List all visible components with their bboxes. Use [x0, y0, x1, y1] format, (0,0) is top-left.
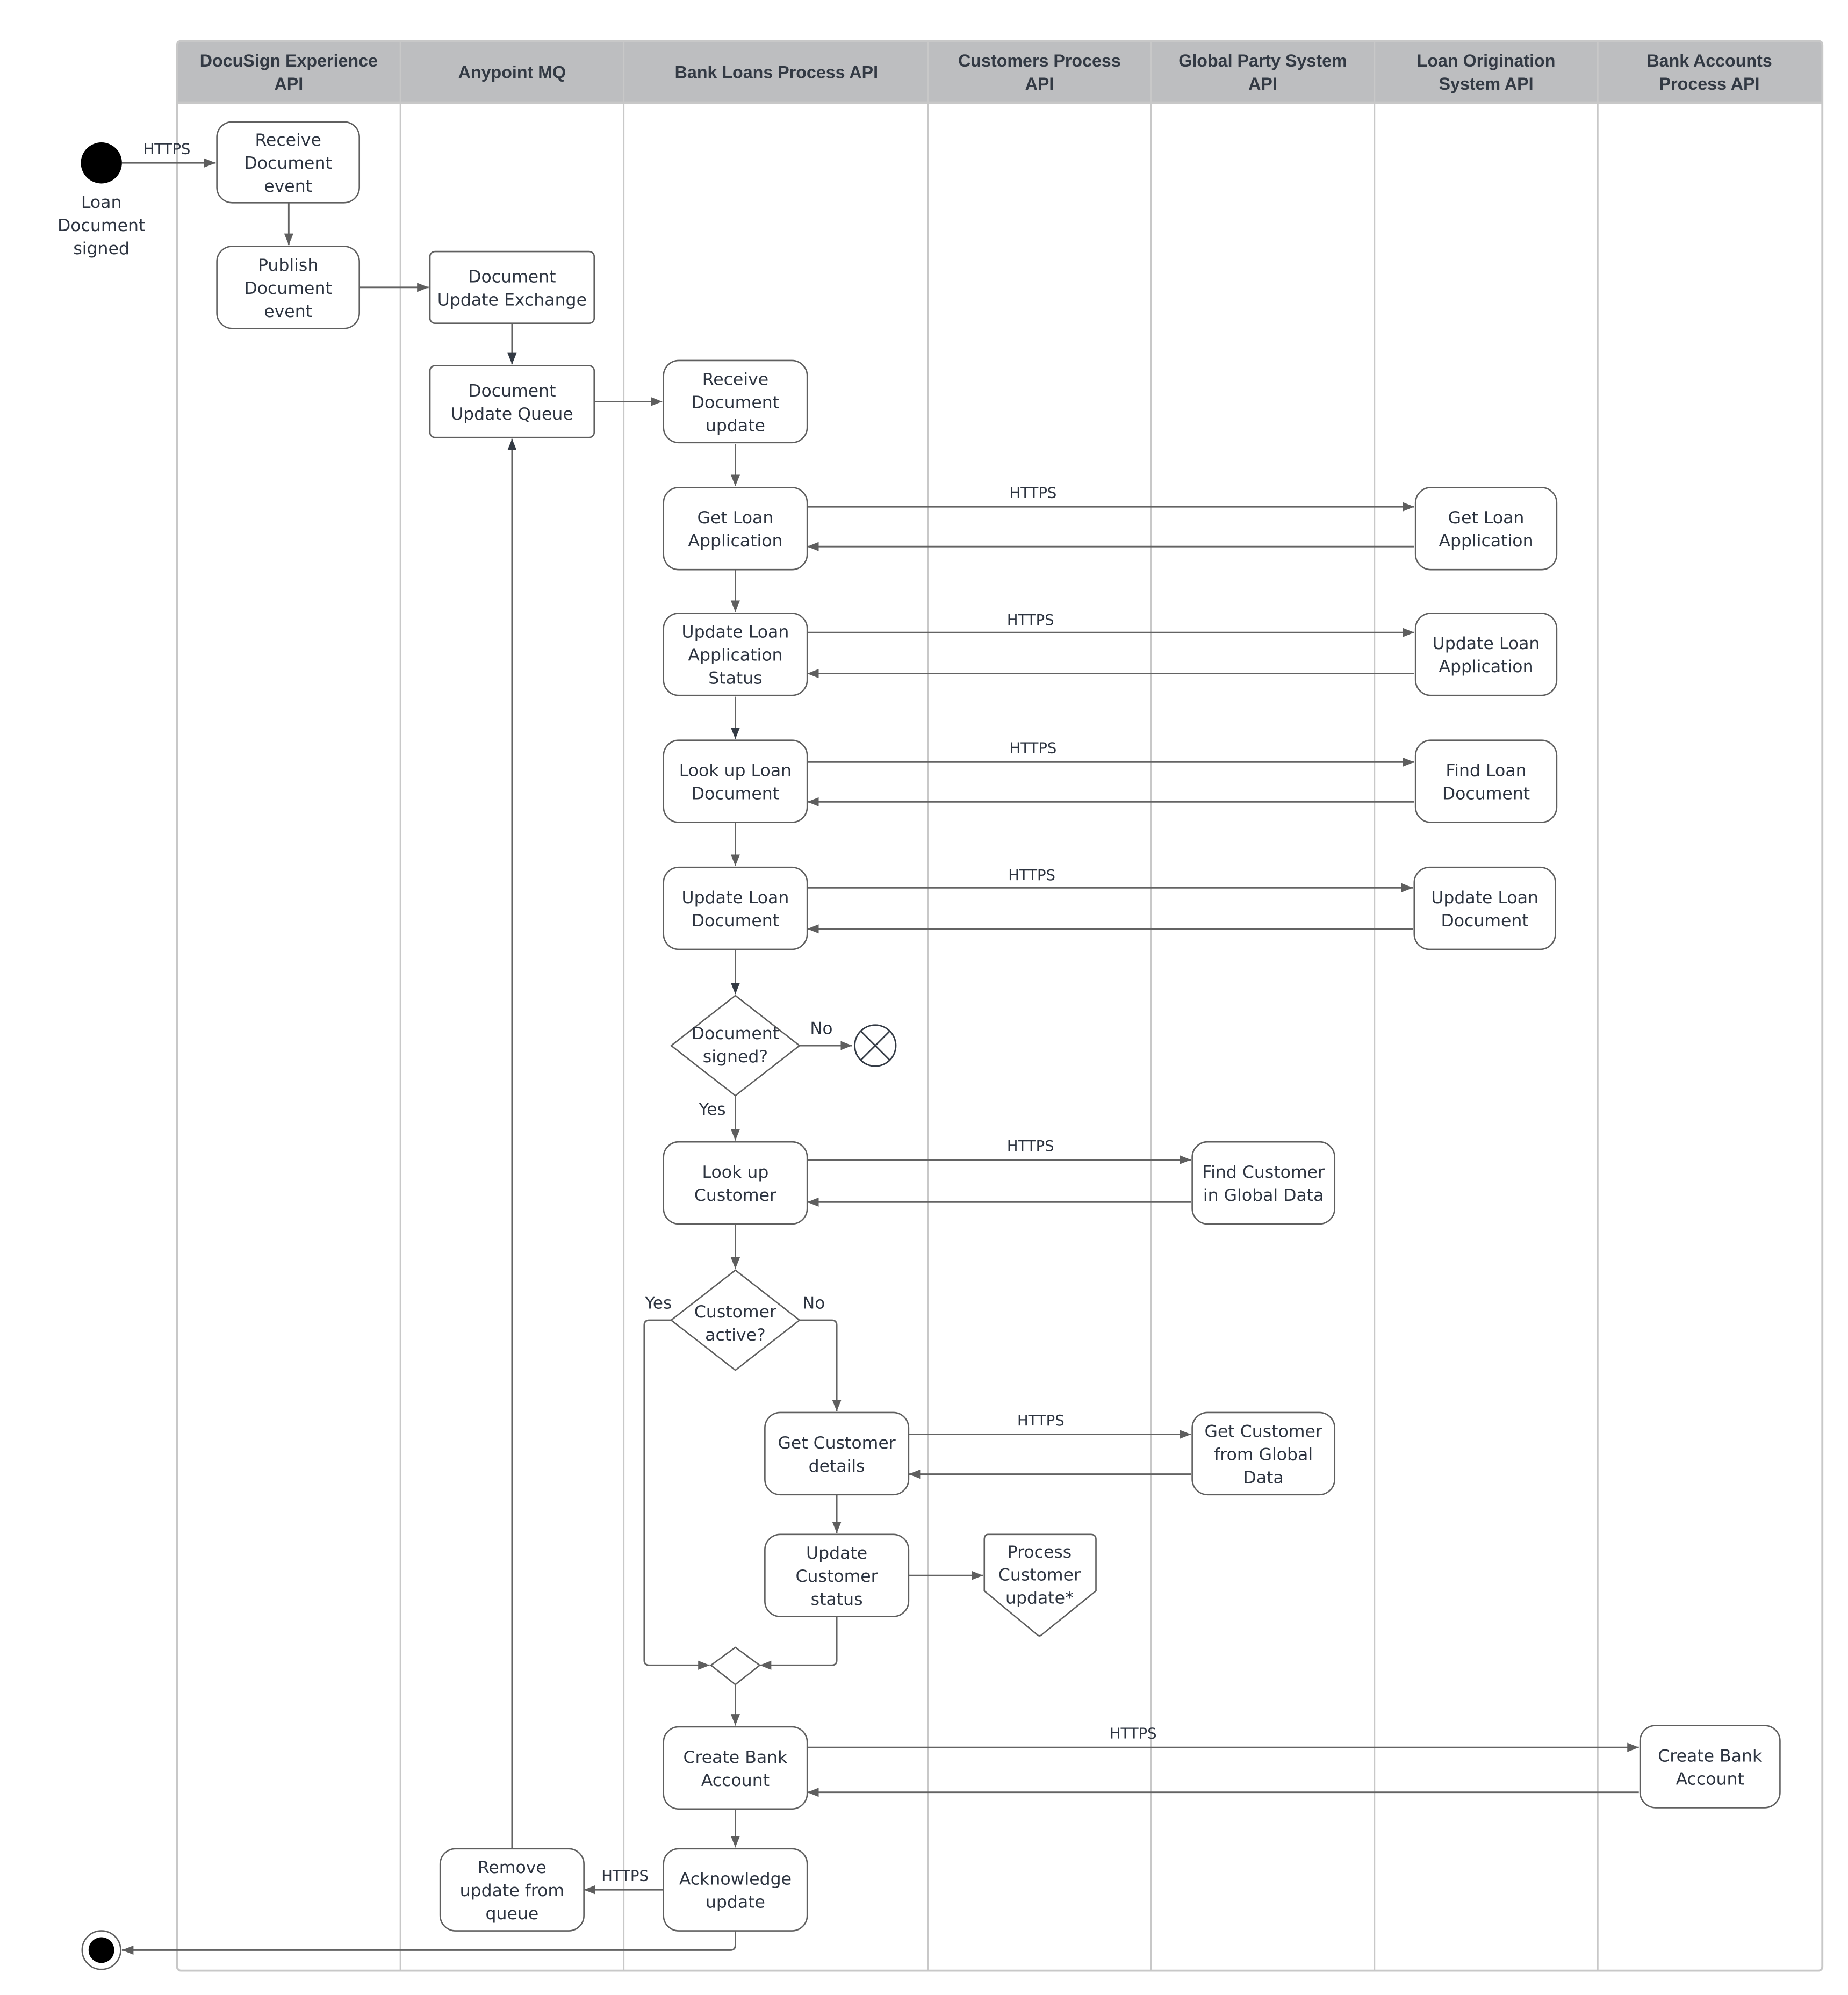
edge-updatestatus-to-merge	[759, 1616, 838, 1670]
https-label: HTTPS	[1010, 485, 1057, 501]
yes-label: Yes	[644, 1294, 672, 1313]
node-box	[663, 487, 808, 571]
lane-border	[176, 40, 1824, 1972]
node-box	[663, 739, 808, 823]
no-label: No	[802, 1294, 825, 1313]
https-label: HTTPS	[1017, 1413, 1065, 1429]
node-box	[663, 1141, 808, 1225]
node-publish-doc-event[interactable]: Publish Document event	[216, 246, 361, 329]
node-box	[1413, 866, 1556, 950]
node-box	[1414, 739, 1558, 823]
start-label: Loan Document signed	[57, 193, 145, 258]
swimlane-diagram: DocuSign Experience API Anypoint MQ Bank …	[57, 40, 1824, 1972]
node-lookup-customer[interactable]: Look up Customer	[663, 1141, 808, 1225]
edge-labels: HTTPS HTTPS HTTPS HTTPS HTTPS HTTPS HTTP…	[143, 141, 1157, 1885]
node-box	[1414, 613, 1558, 696]
start-icon	[81, 142, 122, 184]
https-label: HTTPS	[1007, 612, 1054, 629]
node-update-loan-doc[interactable]: Update Loan Document	[663, 866, 808, 950]
lane-frame	[176, 40, 1824, 1972]
node-los-find-loan-doc[interactable]: Find Loan Document	[1414, 739, 1558, 823]
edge-active-yes	[643, 1319, 710, 1670]
decision-document-signed[interactable]: Document signed?	[670, 995, 801, 1097]
node-los-update-loan-doc[interactable]: Update Loan Document	[1413, 866, 1556, 950]
https-label: HTTPS	[1110, 1725, 1157, 1742]
node-box	[429, 365, 595, 438]
node-doc-update-queue[interactable]: Document Update Queue	[429, 365, 595, 438]
node-los-update-loan-app[interactable]: Update Loan Application	[1414, 613, 1558, 696]
node-receive-doc-update[interactable]: Receive Document update	[663, 359, 808, 444]
node-create-bank-account[interactable]: Create Bank Account	[663, 1726, 808, 1810]
end-node[interactable]	[81, 1930, 121, 1970]
node-get-customer-details[interactable]: Get Customer details	[764, 1411, 910, 1496]
no-label: No	[810, 1019, 832, 1039]
node-los-get-loan-app[interactable]: Get Loan Application	[1414, 487, 1558, 571]
node-remove-update[interactable]: Remove update from queue	[439, 1848, 585, 1932]
node-update-customer-status[interactable]: Update Customer status	[764, 1533, 910, 1617]
https-label: HTTPS	[1010, 740, 1057, 757]
decision-customer-active[interactable]: Customer active?	[670, 1269, 801, 1371]
node-doc-update-exchange[interactable]: Document Update Exchange	[429, 250, 595, 325]
yes-label: Yes	[698, 1100, 725, 1119]
https-label: HTTPS	[143, 141, 191, 158]
https-label: HTTPS	[1008, 867, 1055, 884]
node-receive-doc-event[interactable]: Receive Document event	[216, 121, 361, 204]
https-label: HTTPS	[1007, 1138, 1054, 1155]
node-lookup-loan-doc[interactable]: Look up Loan Document	[663, 739, 808, 823]
node-box	[663, 866, 808, 950]
node-box	[429, 250, 595, 325]
node-process-customer-update[interactable]: Process Customer update*	[983, 1533, 1097, 1637]
edge-active-no	[799, 1319, 842, 1411]
lane-header-bankloans: Bank Loans Process API	[675, 63, 878, 82]
node-get-customer-global[interactable]: Get Customer from Global Data	[1191, 1411, 1336, 1496]
node-ba-create-bank-account[interactable]: Create Bank Account	[1639, 1725, 1781, 1809]
node-box	[1414, 487, 1558, 571]
edge-ack-to-end	[121, 1931, 736, 1955]
flow-final-node[interactable]	[854, 1024, 897, 1067]
lane-header-bar	[177, 41, 1823, 103]
merge-diamond	[710, 1646, 761, 1686]
node-find-customer-global[interactable]: Find Customer in Global Data	[1191, 1141, 1336, 1225]
node-acknowledge-update[interactable]: Acknowledge update	[663, 1848, 808, 1932]
node-box	[1639, 1725, 1781, 1809]
lane-header-anypoint: Anypoint MQ	[458, 63, 566, 82]
node-get-loan-app[interactable]: Get Loan Application	[663, 487, 808, 571]
https-label: HTTPS	[601, 1868, 649, 1884]
node-update-loan-app-status[interactable]: Update Loan Application Status	[663, 613, 808, 696]
node-box	[663, 1726, 808, 1810]
merge-node[interactable]	[710, 1646, 761, 1686]
start-node[interactable]: Loan Document signed	[57, 142, 145, 258]
activity-nodes: Receive Document event Publish Document event…	[216, 121, 1781, 1932]
decision-diamond	[670, 995, 801, 1097]
node-box	[663, 1848, 808, 1932]
node-box	[1191, 1141, 1336, 1225]
node-label: Process Customer update*	[998, 1543, 1081, 1608]
end-icon	[88, 1937, 114, 1963]
node-box	[764, 1411, 910, 1496]
